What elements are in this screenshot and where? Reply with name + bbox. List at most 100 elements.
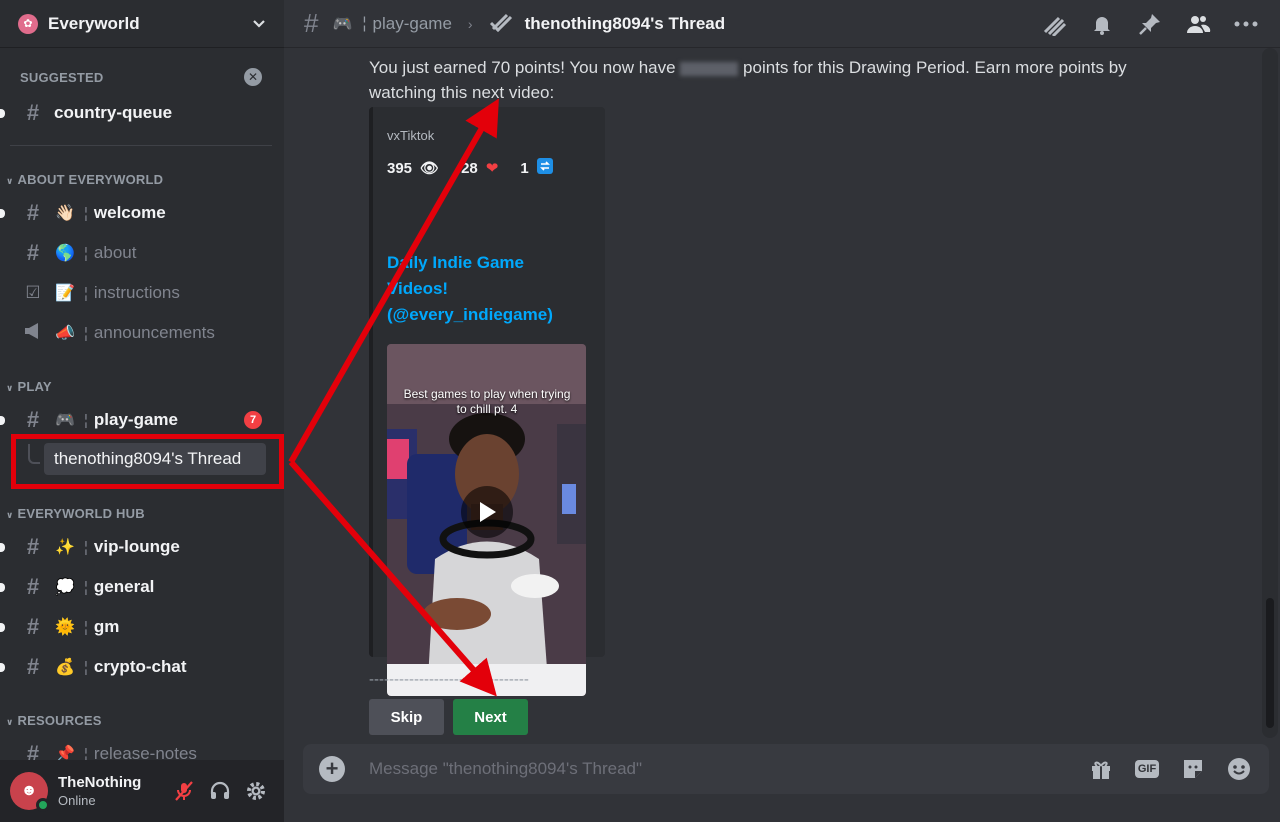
embed-stats: 395 👁 28 ❤ 1 [387, 158, 553, 178]
message-area: You just earned 70 points! You now have … [284, 49, 1260, 739]
gear-icon[interactable] [238, 773, 274, 809]
pushpin-emoji-icon: 📌 [55, 746, 75, 760]
user-info[interactable]: TheNothing Online [58, 774, 166, 808]
wave-emoji-icon: 👋🏻 [55, 205, 75, 222]
channel-label: release-notes [93, 744, 197, 760]
server-logo-icon: ✿ [18, 13, 38, 34]
chevron-down-icon[interactable] [252, 16, 266, 32]
channel-label: welcome [93, 203, 166, 222]
hash-icon: # [26, 741, 40, 760]
server-name: Everyworld [48, 13, 140, 33]
user-status: Online [58, 793, 96, 808]
channel-label: crypto-chat [93, 657, 187, 676]
message-text: You just earned 70 points! You now have … [369, 58, 1127, 102]
divider [10, 145, 272, 146]
unread-indicator [0, 543, 5, 552]
unread-indicator [0, 109, 5, 118]
globe-emoji-icon: 🌎 [55, 245, 75, 262]
message-divider-text: -------------------------------- [369, 671, 529, 688]
composer-toolbar: GIF [1087, 755, 1253, 783]
video-embed: vxTiktok 395 👁 28 ❤ 1 Daily Indie Game V… [369, 107, 605, 696]
online-status-dot [36, 798, 50, 812]
scrollbar[interactable] [1262, 48, 1278, 738]
channel-label: about [93, 243, 137, 262]
breadcrumb-chevron-icon: › [467, 15, 473, 32]
locked-hash-icon: # [26, 534, 40, 559]
channel-gm[interactable]: # 🌞 ¦ gm [0, 610, 272, 644]
megaphone-icon [22, 320, 44, 346]
category-about-everyworld[interactable]: ∨ ABOUT EVERYWORLD [6, 172, 163, 187]
memo-emoji-icon: 📝 [55, 285, 75, 302]
channel-release-notes[interactable]: # 📌 ¦ release-notes [0, 737, 272, 760]
channel-label: instructions [93, 283, 180, 302]
add-attachment-icon[interactable]: + [319, 756, 345, 782]
close-icon[interactable]: ✕ [244, 68, 262, 86]
category-resources[interactable]: ∨ RESOURCES [6, 713, 102, 728]
thread-title: thenothing8094's Thread [524, 13, 726, 33]
play-icon[interactable] [461, 486, 513, 538]
eye-icon: 👁 [420, 160, 440, 177]
megaphone-emoji-icon: 📣 [55, 325, 75, 342]
channel-crypto-chat[interactable]: # 💰 ¦ crypto-chat [0, 650, 272, 684]
bell-icon[interactable] [1088, 10, 1116, 38]
category-play[interactable]: ∨ PLAY [6, 379, 52, 394]
channel-welcome[interactable]: # 👋🏻 ¦ welcome [0, 196, 272, 230]
repost-icon [536, 158, 553, 178]
gif-icon[interactable]: GIF [1133, 755, 1161, 783]
channel-label: vip-lounge [93, 537, 180, 556]
next-button[interactable]: Next [453, 699, 528, 735]
hash-icon: # [26, 654, 40, 679]
parent-channel-link[interactable]: play-game [373, 14, 452, 34]
channel-sidebar: ✿ Everyworld SUGGESTED ✕ # country-queue… [0, 0, 284, 822]
heart-icon: ❤ [485, 160, 499, 177]
channel-label: gm [93, 617, 120, 636]
gift-icon[interactable] [1087, 755, 1115, 783]
channel-header: # 🎮 ¦ play-game › thenothing8094's Threa… [284, 0, 1280, 48]
category-everyworld-hub[interactable]: ∨ EVERYWORLD HUB [6, 506, 145, 521]
more-options-icon[interactable] [1232, 10, 1260, 38]
headphones-icon[interactable] [202, 773, 238, 809]
embed-provider[interactable]: vxTiktok [387, 128, 434, 143]
unread-indicator [0, 583, 5, 592]
server-header[interactable]: ✿ Everyworld [0, 0, 284, 48]
game-controller-emoji-icon: 🎮 [55, 412, 75, 429]
mute-mic-icon[interactable] [166, 773, 202, 809]
game-controller-emoji-icon: 🎮 [332, 15, 353, 33]
checklist-icon: ☑ [25, 283, 41, 302]
hash-icon: # [26, 100, 40, 125]
video-thumbnail[interactable]: Best games to play when trying to chill … [387, 344, 586, 696]
avatar[interactable]: ☻ [10, 772, 50, 812]
skip-button[interactable]: Skip [369, 699, 444, 735]
unread-indicator [0, 663, 5, 672]
video-caption: Best games to play when trying to chill … [403, 387, 571, 416]
channel-about[interactable]: # 🌎 ¦ about [0, 236, 272, 270]
channel-country-queue[interactable]: # country-queue [0, 96, 272, 130]
message-input[interactable] [369, 759, 1087, 779]
channel-instructions[interactable]: ☑ 📝 ¦ instructions [0, 276, 272, 310]
header-toolbar [1040, 0, 1260, 48]
pin-icon[interactable] [1136, 10, 1164, 38]
channel-label: play-game [93, 410, 178, 429]
members-icon[interactable] [1184, 10, 1212, 38]
channel-play-game[interactable]: # 🎮 ¦ play-game 7 [0, 403, 272, 437]
unread-indicator [0, 416, 5, 425]
hash-icon: # [26, 614, 40, 639]
annotation-highlight-box [11, 434, 284, 489]
threads-icon[interactable] [1040, 10, 1068, 38]
channel-label: country-queue [54, 103, 173, 122]
likes-count: 28 [461, 159, 478, 177]
emoji-picker-icon[interactable] [1225, 755, 1253, 783]
mention-badge: 7 [244, 411, 262, 429]
user-panel: ☻ TheNothing Online [0, 760, 284, 822]
channel-label: announcements [93, 323, 215, 342]
category-suggested: SUGGESTED [20, 70, 104, 85]
hash-icon: # [26, 574, 40, 599]
channel-announcements[interactable]: 📣 ¦ announcements [0, 316, 272, 350]
channel-general[interactable]: # 💭 ¦ general [0, 570, 272, 604]
scrollbar-thumb[interactable] [1266, 598, 1274, 728]
channel-vip-lounge[interactable]: # ✨ ¦ vip-lounge [0, 530, 272, 564]
sparkles-emoji-icon: ✨ [55, 539, 75, 556]
channel-list: SUGGESTED ✕ # country-queue ∨ ABOUT EVERY… [0, 52, 284, 760]
embed-title-link[interactable]: Daily Indie Game Videos! (@every_indiega… [387, 250, 577, 328]
sticker-icon[interactable] [1179, 755, 1207, 783]
